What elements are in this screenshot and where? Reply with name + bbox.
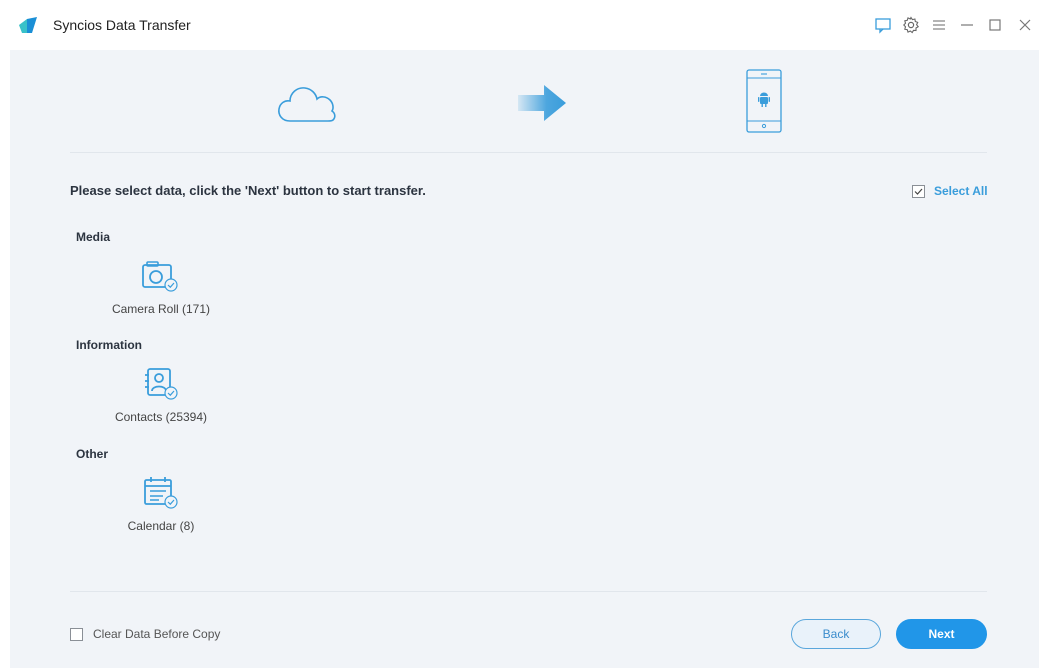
clear-data-checkbox[interactable]: [70, 627, 83, 641]
title-bar: Syncios Data Transfer: [0, 0, 1039, 50]
section-label-other: Other: [76, 447, 109, 461]
select-all-label: Select All: [934, 184, 988, 198]
minimize-icon[interactable]: [957, 15, 977, 35]
contacts-label: Contacts (25394): [114, 410, 208, 424]
arrow-right-icon: [518, 83, 568, 128]
syncios-logo-icon: [17, 15, 39, 37]
footer-divider: [70, 591, 987, 592]
android-phone-icon: [746, 69, 782, 138]
next-button[interactable]: Next: [896, 619, 987, 649]
menu-icon[interactable]: [929, 15, 949, 35]
content-area: [10, 50, 1039, 668]
calendar-icon: [144, 477, 178, 509]
data-item-calendar[interactable]: Calendar (8): [91, 475, 231, 533]
camera-roll-label: Camera Roll (171): [111, 302, 211, 316]
select-all-checkbox[interactable]: [912, 184, 925, 198]
window-title: Syncios Data Transfer: [53, 17, 191, 33]
data-item-contacts[interactable]: Contacts (25394): [91, 366, 231, 424]
camera-icon: [142, 261, 178, 292]
maximize-icon[interactable]: [985, 15, 1005, 35]
header-divider: [70, 152, 987, 153]
clear-data-label: Clear Data Before Copy: [93, 627, 221, 641]
back-button[interactable]: Back: [791, 619, 881, 649]
instruction-text: Please select data, click the 'Next' but…: [70, 183, 426, 198]
clear-data-toggle[interactable]: Clear Data Before Copy: [70, 627, 220, 641]
data-item-camera-roll[interactable]: Camera Roll (171): [91, 258, 231, 316]
settings-icon[interactable]: [901, 15, 921, 35]
contacts-icon: [145, 368, 178, 400]
section-label-media: Media: [76, 230, 111, 244]
select-all-toggle[interactable]: Select All: [912, 183, 988, 199]
feedback-icon[interactable]: [873, 15, 893, 35]
cloud-icon: [276, 84, 338, 129]
section-label-information: Information: [76, 338, 142, 352]
calendar-label: Calendar (8): [127, 519, 195, 533]
close-icon[interactable]: [1015, 15, 1035, 35]
